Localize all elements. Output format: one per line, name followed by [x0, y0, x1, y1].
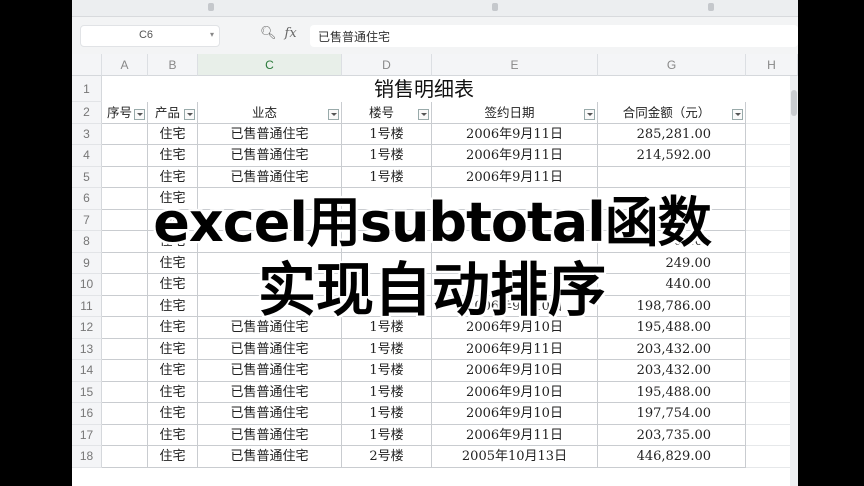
- column-header-d[interactable]: D: [342, 54, 432, 76]
- header-cell[interactable]: 产品: [148, 102, 198, 124]
- table-cell[interactable]: 1号楼: [342, 360, 432, 382]
- fx-icon[interactable]: fx: [285, 26, 297, 41]
- name-box[interactable]: C6 ▾: [80, 25, 220, 47]
- table-cell[interactable]: 1号楼: [342, 123, 432, 145]
- table-cell[interactable]: 1号楼: [342, 145, 432, 167]
- index-cell[interactable]: [102, 424, 148, 446]
- table-cell[interactable]: 已售普通住宅: [198, 446, 342, 468]
- table-cell[interactable]: 203,432.00: [598, 338, 746, 360]
- table-cell[interactable]: 住宅: [148, 145, 198, 167]
- row-header[interactable]: 13: [72, 338, 102, 360]
- video-caption-line2: 实现自动排序: [257, 256, 606, 324]
- filter-dropdown-icon[interactable]: [418, 108, 429, 120]
- table-cell[interactable]: 203,432.00: [598, 360, 746, 382]
- toolbar-handle[interactable]: [708, 3, 714, 11]
- table-cell[interactable]: 已售普通住宅: [198, 360, 342, 382]
- table-cell[interactable]: 已售普通住宅: [198, 123, 342, 145]
- column-header-a[interactable]: A: [102, 54, 148, 76]
- header-cell[interactable]: 业态: [198, 102, 342, 124]
- table-cell[interactable]: 住宅: [148, 403, 198, 425]
- index-cell[interactable]: [102, 338, 148, 360]
- table-cell[interactable]: 已售普通住宅: [198, 403, 342, 425]
- filter-dropdown-icon[interactable]: [584, 108, 595, 120]
- row-header[interactable]: 16: [72, 403, 102, 425]
- table-cell[interactable]: 2006年9月11日: [432, 145, 598, 167]
- table-cell[interactable]: 住宅: [148, 381, 198, 403]
- filter-dropdown-icon[interactable]: [328, 108, 339, 120]
- cell-reference: C6: [138, 29, 154, 41]
- row-header[interactable]: 3: [72, 123, 102, 145]
- filter-dropdown-icon[interactable]: [184, 108, 195, 120]
- index-cell[interactable]: [102, 145, 148, 167]
- toolbar-handle[interactable]: [208, 3, 214, 11]
- table-cell[interactable]: 2005年10月13日: [432, 446, 598, 468]
- sheet-title[interactable]: 销售明细表: [102, 76, 746, 102]
- table-cell[interactable]: 1号楼: [342, 403, 432, 425]
- header-cell[interactable]: 签约日期: [432, 102, 598, 124]
- table-cell[interactable]: 203,735.00: [598, 424, 746, 446]
- column-header-b[interactable]: B: [148, 54, 198, 76]
- table-cell[interactable]: 住宅: [148, 123, 198, 145]
- row-header[interactable]: 15: [72, 381, 102, 403]
- row-header[interactable]: 1: [72, 76, 102, 102]
- zoom-icon[interactable]: 🔍︎: [260, 26, 277, 41]
- formula-text: 已售普通住宅: [318, 30, 391, 44]
- table-cell[interactable]: 1号楼: [342, 338, 432, 360]
- filter-dropdown-icon[interactable]: [134, 108, 145, 120]
- table-cell[interactable]: 285,281.00: [598, 123, 746, 145]
- table-cell[interactable]: 已售普通住宅: [198, 338, 342, 360]
- scrollbar-thumb[interactable]: [791, 90, 797, 116]
- index-cell[interactable]: [102, 381, 148, 403]
- formula-bar: C6 ▾ 🔍︎ fx 已售普通住宅: [72, 22, 798, 50]
- table-cell[interactable]: 2006年9月11日: [432, 424, 598, 446]
- column-header-c[interactable]: C: [198, 54, 342, 76]
- header-label: 业态: [251, 105, 277, 120]
- row-header[interactable]: 2: [72, 102, 102, 124]
- toolbar-handle[interactable]: [492, 3, 498, 11]
- index-cell[interactable]: [102, 360, 148, 382]
- header-label: 合同金额（元）: [622, 105, 711, 120]
- table-cell[interactable]: 1号楼: [342, 381, 432, 403]
- index-cell[interactable]: [102, 123, 148, 145]
- table-cell[interactable]: 已售普通住宅: [198, 145, 342, 167]
- column-header-h[interactable]: H: [746, 54, 798, 76]
- column-header-g[interactable]: G: [598, 54, 746, 76]
- table-cell[interactable]: 住宅: [148, 338, 198, 360]
- table-cell[interactable]: 2006年9月10日: [432, 381, 598, 403]
- header-cell[interactable]: 序号: [102, 102, 148, 124]
- select-all-corner[interactable]: [72, 54, 102, 76]
- toolbar-strip: [72, 0, 798, 17]
- table-cell[interactable]: 2006年9月11日: [432, 338, 598, 360]
- table-cell[interactable]: 已售普通住宅: [198, 424, 342, 446]
- filter-dropdown-icon[interactable]: [732, 108, 743, 120]
- table-cell[interactable]: 住宅: [148, 446, 198, 468]
- table-cell[interactable]: 已售普通住宅: [198, 381, 342, 403]
- column-header-e[interactable]: E: [432, 54, 598, 76]
- row-header[interactable]: 18: [72, 446, 102, 468]
- row-header[interactable]: 4: [72, 145, 102, 167]
- table-cell[interactable]: 2号楼: [342, 446, 432, 468]
- table-cell[interactable]: 2006年9月10日: [432, 360, 598, 382]
- header-cell[interactable]: 楼号: [342, 102, 432, 124]
- table-cell[interactable]: 197,754.00: [598, 403, 746, 425]
- table-cell[interactable]: 1号楼: [342, 424, 432, 446]
- index-cell[interactable]: [102, 446, 148, 468]
- formula-input[interactable]: 已售普通住宅: [310, 25, 798, 47]
- row-header[interactable]: 14: [72, 360, 102, 382]
- table-cell[interactable]: 214,592.00: [598, 145, 746, 167]
- table-cell[interactable]: 195,488.00: [598, 381, 746, 403]
- header-label: 楼号: [368, 105, 394, 120]
- index-cell[interactable]: [102, 403, 148, 425]
- chevron-down-icon[interactable]: ▾: [210, 30, 214, 39]
- table-cell[interactable]: 2006年9月11日: [432, 123, 598, 145]
- table-cell[interactable]: 446,829.00: [598, 446, 746, 468]
- table-cell[interactable]: 2006年9月10日: [432, 403, 598, 425]
- header-label: 签约日期: [484, 105, 535, 120]
- row-header[interactable]: 17: [72, 424, 102, 446]
- table-cell[interactable]: 住宅: [148, 424, 198, 446]
- table-cell[interactable]: 住宅: [148, 360, 198, 382]
- header-cell[interactable]: 合同金额（元）: [598, 102, 746, 124]
